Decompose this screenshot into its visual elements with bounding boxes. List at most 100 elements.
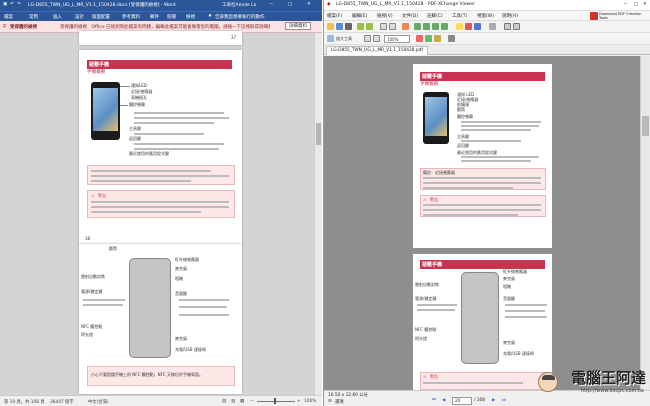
fit-width-icon[interactable] <box>513 23 520 30</box>
minimize-icon[interactable]: ─ <box>270 2 273 7</box>
tab-view[interactable]: 檢視 <box>186 14 195 20</box>
text-markup-icon[interactable] <box>416 35 423 42</box>
highlight-icon[interactable] <box>465 23 472 30</box>
menu-help[interactable]: 說明(H) <box>502 13 518 19</box>
prev-page-icon[interactable] <box>423 23 430 30</box>
tab-home[interactable]: 常用 <box>29 14 38 20</box>
zoom-out-icon[interactable] <box>364 35 371 42</box>
label-camera: 相機 <box>503 284 511 289</box>
read-mode-icon[interactable]: ▤ <box>222 399 226 404</box>
undo-icon[interactable]: ↶ <box>10 2 14 7</box>
zoom-in-icon[interactable] <box>373 35 380 42</box>
save-icon[interactable]: ▣ <box>3 2 7 7</box>
tab-references[interactable]: 參考資料 <box>122 14 140 20</box>
last-page-icon[interactable] <box>441 23 448 30</box>
tab-review[interactable]: 校閱 <box>167 14 176 20</box>
web-layout-icon[interactable]: ▦ <box>240 399 244 404</box>
warning-icon: ⚠ <box>423 197 427 202</box>
page-number: 37 <box>230 35 236 40</box>
options-menu[interactable]: 選項 <box>335 399 344 405</box>
footnote-text: 小心不要阻擋手機上的 NFC 觸控點；NFC 天線位於手機背面。 <box>91 372 203 377</box>
print-layout-icon[interactable]: ▥ <box>231 399 235 404</box>
zoom-slider-handle[interactable] <box>274 398 276 404</box>
details-button[interactable]: 詳細資料 <box>285 22 311 30</box>
section-header: 疑難手機 <box>420 260 545 269</box>
word-vertical-scrollbar[interactable] <box>314 33 322 395</box>
scrollbar-thumb[interactable] <box>642 116 649 136</box>
status-lang[interactable]: 中文(台灣) <box>88 399 109 405</box>
save-icon[interactable] <box>336 23 343 30</box>
redo-icon[interactable]: ↷ <box>17 2 21 7</box>
section-subheader: 手機概觀 <box>420 82 439 87</box>
status-words[interactable]: 36447 個字 <box>50 399 74 405</box>
zoom-tool-icon[interactable] <box>327 35 334 42</box>
menu-document[interactable]: 文件(D) <box>402 13 418 19</box>
rotate-icon[interactable] <box>489 23 496 30</box>
tell-me-input[interactable]: 告訴我您想要執行的動作 <box>215 14 265 20</box>
menu-tools[interactable]: 工具(T) <box>452 13 467 19</box>
pdf-vertical-scrollbar[interactable] <box>640 56 650 390</box>
label-usb-port: 充電/USB 連接埠 <box>503 351 534 356</box>
open-icon[interactable] <box>327 23 334 30</box>
protected-view-message[interactable]: 受保護的檢視 Office 已偵測到此檔案有問題，編輯此檔案可能會傷害您的電腦，… <box>60 24 270 30</box>
maximize-icon[interactable]: □ <box>634 2 638 7</box>
zoom-level[interactable]: 100% <box>304 399 316 404</box>
section-subheader: 手機概觀 <box>87 70 106 75</box>
next-page-nav-icon[interactable]: ▶ <box>492 398 495 403</box>
next-page-icon[interactable] <box>432 23 439 30</box>
stamp-icon[interactable] <box>425 35 432 42</box>
print-icon[interactable] <box>345 23 352 30</box>
label-laser-af: 雷射自動對焦 <box>81 274 105 279</box>
tab-design[interactable]: 設計 <box>75 14 84 20</box>
word-document-area: 37 疑難手機 手機概觀 通知LED 近接/感應器 耳機插孔 觸控螢幕 主頁鍵 … <box>0 31 322 395</box>
minimize-icon[interactable]: ─ <box>624 2 627 7</box>
note-box <box>87 165 235 185</box>
word-user[interactable]: 工商社Amole Lo <box>222 2 256 8</box>
snapshot-icon[interactable] <box>402 23 409 30</box>
first-page-icon[interactable] <box>414 23 421 30</box>
page-number-input[interactable]: 20 <box>452 397 472 405</box>
tab-file[interactable]: 檔案 <box>4 14 13 20</box>
menu-comment[interactable]: 註解(C) <box>427 13 443 19</box>
menu-file[interactable]: 檔案(F) <box>327 13 342 19</box>
menu-window[interactable]: 視窗(W) <box>477 13 494 19</box>
back-icon[interactable] <box>357 23 364 30</box>
close-icon[interactable]: ✕ <box>307 2 311 7</box>
select-text-icon[interactable] <box>389 23 396 30</box>
scrollbar-thumb[interactable] <box>316 123 321 145</box>
comment-icon[interactable] <box>456 23 463 30</box>
last-page-nav-icon[interactable]: ⏭ <box>502 398 506 403</box>
hand-tool-icon[interactable] <box>380 23 387 30</box>
label-nfc: NFC 觸控點 <box>81 324 103 329</box>
maximize-icon[interactable]: □ <box>288 2 292 7</box>
zoom-in-icon[interactable]: + <box>297 399 301 404</box>
first-page-nav-icon[interactable]: ⏮ <box>432 398 436 403</box>
note-icon[interactable] <box>434 35 441 42</box>
close-icon[interactable]: ✕ <box>643 2 647 7</box>
phone-back-image <box>461 272 499 364</box>
zoom-out-icon[interactable]: − <box>250 399 254 404</box>
typewriter-icon[interactable] <box>474 23 481 30</box>
zoom-combobox[interactable]: 100% <box>384 35 410 43</box>
zoom-slider[interactable] <box>257 401 295 402</box>
measure-icon[interactable] <box>448 35 455 42</box>
menu-view[interactable]: 檢視(V) <box>377 13 393 19</box>
options-icon[interactable]: ☰ <box>328 399 332 404</box>
tab-insert[interactable]: 插入 <box>53 14 62 20</box>
menu-edit[interactable]: 編輯(E) <box>352 13 367 19</box>
fit-page-icon[interactable] <box>504 23 511 30</box>
tab-layout[interactable]: 版面配置 <box>92 14 110 20</box>
document-tab[interactable]: LG-D855_TWN_UG_L_MR_V1.1_150428.pdf <box>326 46 428 55</box>
prev-page-nav-icon[interactable]: ◀ <box>442 398 445 403</box>
tab-mailings[interactable]: 郵件 <box>150 14 159 20</box>
pdf-tools-logo-icon[interactable] <box>590 12 598 20</box>
mascot-logo-icon <box>538 372 558 392</box>
watermark-text: 電腦王阿達 <box>570 369 646 387</box>
status-page[interactable]: 第 19 頁，共 108 頁 <box>4 399 45 405</box>
forward-icon[interactable] <box>366 23 373 30</box>
download-pdf-tools-link[interactable]: Download PDF Creation Tools <box>599 12 644 20</box>
label-mic-bottom: 麥克風 <box>503 340 515 345</box>
label-back-key: 返回鍵 <box>129 136 141 141</box>
zoom-tool-label[interactable]: 放大工具 <box>336 36 352 42</box>
protected-view-label: 受保護的檢視 <box>10 25 37 30</box>
